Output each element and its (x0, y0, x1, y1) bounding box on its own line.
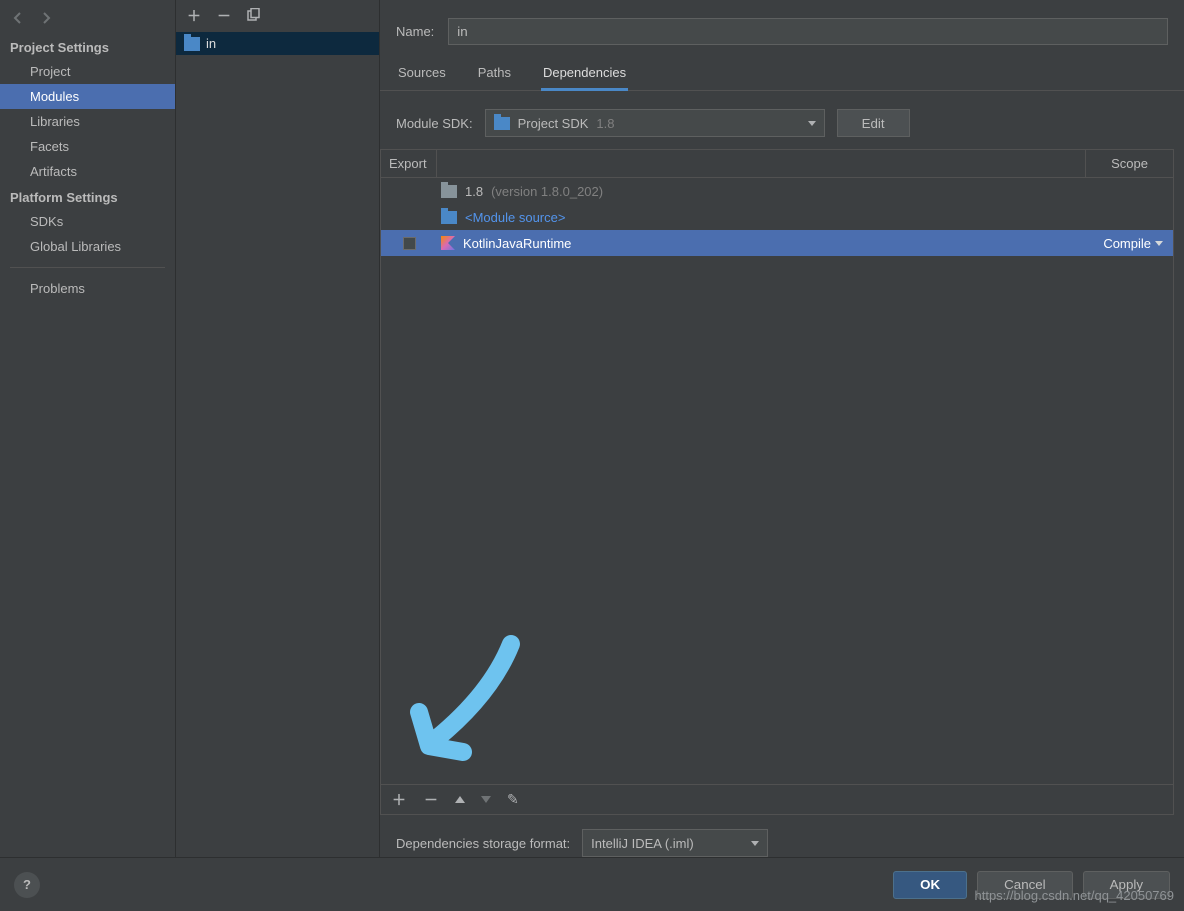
storage-format-label: Dependencies storage format: (396, 836, 570, 851)
dep-row-name: <Module source> (465, 210, 565, 225)
dep-row-name: 1.8 (465, 184, 483, 199)
settings-sidebar: Project Settings Project Modules Librari… (0, 0, 176, 857)
sidebar-item-project[interactable]: Project (0, 59, 175, 84)
dep-header-scope: Scope (1085, 150, 1173, 177)
name-field-label: Name: (396, 24, 434, 39)
tab-dependencies[interactable]: Dependencies (541, 59, 628, 91)
tab-paths[interactable]: Paths (476, 59, 513, 90)
dep-row-name: KotlinJavaRuntime (463, 236, 571, 251)
apply-button[interactable]: Apply (1083, 871, 1170, 899)
project-settings-header: Project Settings (0, 34, 175, 59)
dep-table-header: Export Scope (381, 150, 1173, 178)
annotation-arrow-icon (401, 634, 531, 764)
sidebar-item-libraries[interactable]: Libraries (0, 109, 175, 134)
module-sdk-dropdown[interactable]: Project SDK 1.8 (485, 109, 825, 137)
sidebar-divider (10, 267, 165, 268)
chevron-down-icon (808, 121, 816, 126)
edit-sdk-button[interactable]: Edit (837, 109, 910, 137)
sidebar-item-global-libraries[interactable]: Global Libraries (0, 234, 175, 259)
export-checkbox[interactable] (403, 237, 416, 250)
forward-arrow-icon[interactable] (38, 10, 54, 26)
remove-module-icon[interactable]: － (216, 6, 232, 26)
edit-dependency-icon[interactable]: ✎ (507, 791, 519, 808)
kotlin-icon (441, 236, 455, 250)
cancel-button[interactable]: Cancel (977, 871, 1073, 899)
sidebar-item-sdks[interactable]: SDKs (0, 209, 175, 234)
move-up-icon[interactable] (455, 796, 465, 803)
module-folder-icon (184, 37, 200, 51)
module-tree-item[interactable]: in (176, 32, 379, 55)
add-module-icon[interactable]: ＋ (186, 6, 202, 26)
chevron-down-icon (751, 841, 759, 846)
dep-row[interactable]: KotlinJavaRuntime Compile (381, 230, 1173, 256)
remove-dependency-icon[interactable]: － (423, 790, 439, 810)
sidebar-item-facets[interactable]: Facets (0, 134, 175, 159)
sidebar-item-problems[interactable]: Problems (0, 276, 175, 301)
dialog-footer: ? OK Cancel Apply https://blog.csdn.net/… (0, 857, 1184, 911)
sdk-folder-icon (494, 117, 510, 130)
dep-header-export: Export (381, 150, 437, 177)
dep-row-extra: (version 1.8.0_202) (491, 184, 603, 199)
storage-format-value: IntelliJ IDEA (.iml) (591, 836, 694, 851)
copy-module-icon[interactable] (246, 8, 262, 25)
back-arrow-icon[interactable] (10, 10, 26, 26)
dep-header-name (437, 150, 1085, 177)
move-down-icon[interactable] (481, 796, 491, 803)
sidebar-item-artifacts[interactable]: Artifacts (0, 159, 175, 184)
dep-table-toolbar: ＋ － ✎ (381, 784, 1173, 814)
tab-sources[interactable]: Sources (396, 59, 448, 90)
module-tree-column: ＋ － in (176, 0, 380, 857)
dep-row[interactable]: <Module source> (381, 204, 1173, 230)
sidebar-item-modules[interactable]: Modules (0, 84, 175, 109)
chevron-down-icon[interactable] (1155, 241, 1163, 246)
ok-button[interactable]: OK (893, 871, 967, 899)
module-sdk-label: Module SDK: (396, 116, 473, 131)
help-button[interactable]: ? (14, 872, 40, 898)
module-detail-pane: Name: Sources Paths Dependencies Module … (380, 0, 1184, 857)
jdk-folder-icon (441, 185, 457, 198)
module-tree-label: in (206, 36, 216, 51)
storage-format-dropdown[interactable]: IntelliJ IDEA (.iml) (582, 829, 768, 857)
dependencies-table: Export Scope 1.8 (version 1.8.0_202) (380, 149, 1174, 815)
sdk-version-text: 1.8 (596, 116, 614, 131)
platform-settings-header: Platform Settings (0, 184, 175, 209)
module-name-input[interactable] (448, 18, 1168, 45)
dep-row-scope: Compile (1103, 236, 1151, 251)
module-source-folder-icon (441, 211, 457, 224)
add-dependency-icon[interactable]: ＋ (391, 790, 407, 810)
dep-row[interactable]: 1.8 (version 1.8.0_202) (381, 178, 1173, 204)
sdk-value-text: Project SDK (518, 116, 589, 131)
